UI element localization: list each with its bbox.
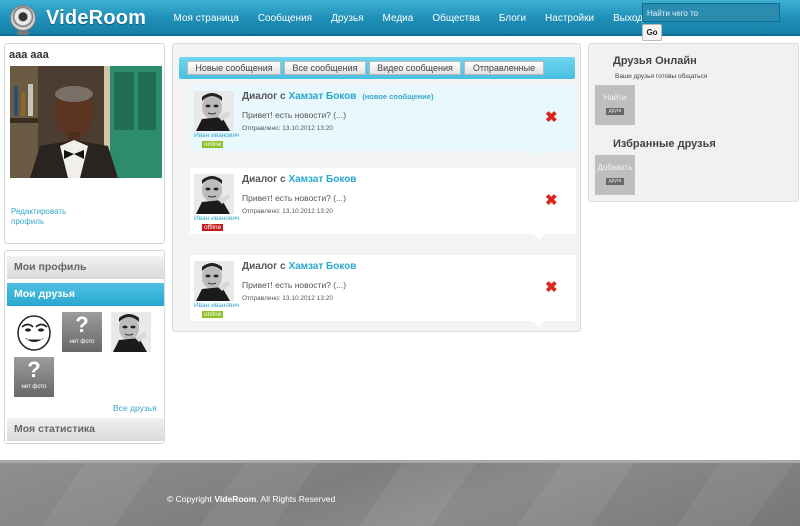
nav-settings[interactable]: Настройки	[545, 13, 594, 24]
nav-communities[interactable]: Общества	[432, 13, 480, 24]
tab-all-messages[interactable]: Все сообщения	[284, 61, 366, 75]
find-friend-sublabel: друга	[605, 108, 625, 115]
dialog-avatar[interactable]	[194, 261, 234, 301]
copyright-text: © Copyright VideRoom. All Rights Reserve…	[167, 494, 335, 504]
dialog-title-prefix: Диалог с	[242, 91, 286, 102]
copyright-prefix: © Copyright	[167, 494, 213, 504]
bubble-tail	[533, 321, 545, 327]
bubble-tail	[533, 151, 545, 157]
nav-logout[interactable]: Выход	[613, 13, 643, 24]
dialog-date: Отправлено: 13.10.2012 13:20	[242, 295, 333, 302]
meme-face-image	[14, 312, 54, 352]
delete-icon[interactable]: ✖	[545, 193, 558, 208]
copyright-brand: VideRoom	[214, 494, 257, 504]
dialog-preview: Привет! есть новости? (...)	[242, 193, 347, 203]
online-friends-panel: Друзья Онлайн Ваши друзья готовы общатьс…	[588, 43, 799, 202]
question-mark-icon: ?	[27, 357, 41, 382]
tab-new-messages[interactable]: Новые сообщения	[187, 61, 281, 75]
nav-my-page[interactable]: Моя страница	[174, 13, 239, 24]
search-go-button[interactable]: Go	[642, 24, 662, 41]
status-badge: online	[202, 311, 224, 318]
dialog-avatar[interactable]	[194, 174, 234, 214]
nav-blogs[interactable]: Блоги	[499, 13, 526, 24]
friend-avatar[interactable]	[14, 312, 54, 352]
friend-avatar-nophoto[interactable]: ? нет фото	[62, 312, 102, 352]
dialog-title: Диалог с Хамзат Боков	[242, 174, 356, 185]
dialog-date: Отправлено: 13.10.2012 13:20	[242, 125, 333, 132]
dialog-contact-name[interactable]: Хамзат Боков	[288, 174, 356, 185]
man-portrait-image	[194, 91, 234, 131]
logo[interactable]: VideRoom	[10, 4, 155, 35]
sidebar-item-my-friends[interactable]: Мои друзья	[7, 283, 164, 306]
nav-media[interactable]: Медиа	[383, 13, 414, 24]
dialog-preview: Привет! есть новости? (...)	[242, 280, 347, 290]
edit-profile-link[interactable]: Редактировать профиль	[11, 207, 91, 227]
find-friend-label: Найти	[603, 93, 627, 102]
search-box: Go	[642, 3, 780, 41]
add-friend-sublabel: друга	[605, 178, 625, 185]
online-friends-subtitle: Ваши друзья готовы общаться	[615, 73, 708, 80]
new-message-label: (новое сообщение)	[362, 92, 434, 101]
copyright-suffix: . All Rights Reserved	[256, 494, 336, 504]
dialog-title-prefix: Диалог с	[242, 261, 286, 272]
sidebar-item-my-profile[interactable]: Мои профиль	[7, 256, 164, 279]
dialog-title-prefix: Диалог с	[242, 174, 286, 185]
dialog-item[interactable]: Иван иванович offline Диалог с Хамзат Бо…	[190, 168, 576, 240]
dialog-item[interactable]: Иван иванович online Диалог с Хамзат Бок…	[190, 85, 576, 157]
dialog-item[interactable]: Иван иванович online Диалог с Хамзат Бок…	[190, 255, 576, 327]
profile-photo-image	[10, 66, 162, 178]
delete-icon[interactable]: ✖	[545, 280, 558, 295]
man-portrait-image	[111, 312, 151, 352]
dialog-contact-name[interactable]: Хамзат Боков	[288, 261, 356, 272]
no-photo-label: нет фото	[21, 384, 47, 390]
status-badge: offline	[202, 224, 224, 231]
logo-text: VideRoom	[46, 6, 147, 29]
sender-name[interactable]: Иван иванович	[194, 215, 239, 222]
profile-card: ааа ааа Редактировать профиль	[4, 43, 165, 244]
nav-friends[interactable]: Друзья	[331, 13, 363, 24]
man-portrait-image	[194, 174, 234, 214]
favorite-friends-title: Избранные друзья	[613, 138, 716, 150]
dialog-date: Отправлено: 13.10.2012 13:20	[242, 208, 333, 215]
all-friends-link[interactable]: Все друзья	[113, 403, 157, 413]
no-photo-label: нет фото	[69, 339, 95, 345]
sidebar-menu: Мои профиль Мои друзья ? нет фото ? нет …	[4, 250, 165, 444]
add-friend-button[interactable]: Добавить друга	[595, 155, 635, 195]
sender-name[interactable]: Иван иванович	[194, 302, 239, 309]
find-friend-button[interactable]: Найти друга	[595, 85, 635, 125]
dialog-title: Диалог с Хамзат Боков (новое сообщение)	[242, 91, 433, 102]
man-portrait-image	[194, 261, 234, 301]
profile-name: ааа ааа	[9, 49, 49, 61]
sidebar-item-my-stats[interactable]: Моя статистика	[7, 418, 164, 441]
question-mark-icon: ?	[75, 312, 89, 337]
page-footer: © Copyright VideRoom. All Rights Reserve…	[0, 460, 800, 526]
delete-icon[interactable]: ✖	[545, 110, 558, 125]
online-friends-title: Друзья Онлайн	[613, 55, 697, 67]
dialog-contact-name[interactable]: Хамзат Боков	[288, 91, 356, 102]
tab-video-messages[interactable]: Видео сообщения	[369, 61, 461, 75]
add-friend-label: Добавить	[597, 163, 633, 172]
nav-messages[interactable]: Сообщения	[258, 13, 312, 24]
messages-panel: Новые сообщения Все сообщения Видео сооб…	[172, 43, 581, 332]
dialog-preview: Привет! есть новости? (...)	[242, 110, 347, 120]
messages-tabbar: Новые сообщения Все сообщения Видео сооб…	[179, 57, 575, 79]
top-header: VideRoom Моя страница Сообщения Друзья М…	[0, 0, 800, 41]
status-badge: online	[202, 141, 224, 148]
search-input[interactable]	[642, 3, 780, 22]
webcam-icon	[10, 5, 36, 35]
dialog-avatar[interactable]	[194, 91, 234, 131]
sender-name[interactable]: Иван иванович	[194, 132, 239, 139]
friend-avatar[interactable]	[111, 312, 151, 352]
profile-photo	[10, 66, 162, 178]
dialog-title: Диалог с Хамзат Боков	[242, 261, 356, 272]
tab-sent-messages[interactable]: Отправленные	[464, 61, 544, 75]
bubble-tail	[533, 234, 545, 240]
main-nav: Моя страница Сообщения Друзья Медиа Обще…	[164, 0, 653, 36]
friend-avatar-nophoto[interactable]: ? нет фото	[14, 357, 54, 397]
